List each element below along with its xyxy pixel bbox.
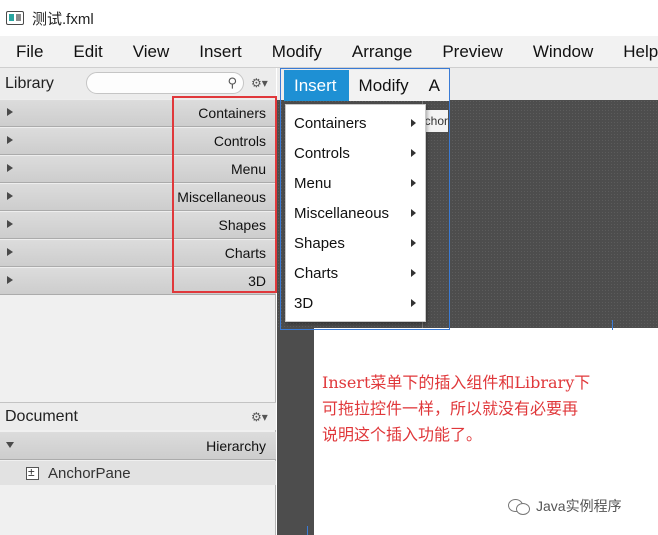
annotation-line: 可拖拉控件一样，所以就没有必要再	[322, 399, 579, 418]
expand-arrow-icon	[7, 276, 13, 284]
tree-item-anchorpane[interactable]: AnchorPane	[0, 461, 276, 485]
category-3d[interactable]: 3D	[0, 267, 276, 295]
collapse-arrow-icon	[6, 442, 14, 448]
annotation-line: Insert菜单下的插入组件和Library下	[322, 373, 591, 392]
library-title: Library	[5, 74, 54, 92]
search-icon[interactable]: ⚲	[227, 75, 237, 91]
library-header: Library ⚲ ⚙▾	[0, 68, 276, 99]
submenu-arrow-icon	[411, 179, 416, 187]
insert-menu-miscellaneous[interactable]: Miscellaneous	[286, 198, 425, 228]
insert-menu-menu[interactable]: Menu	[286, 168, 425, 198]
submenu-arrow-icon	[411, 269, 416, 277]
library-categories: Containers Controls Menu Miscellaneous S…	[0, 99, 276, 295]
expand-arrow-icon	[7, 108, 13, 116]
hierarchy-label: Hierarchy	[206, 437, 266, 454]
menu-modify[interactable]: Modify	[256, 36, 336, 68]
menu-window[interactable]: Window	[517, 36, 607, 68]
menu-item-label: Charts	[294, 264, 339, 282]
expand-arrow-icon	[7, 192, 13, 200]
app-icon	[6, 11, 24, 25]
insert-menu-controls[interactable]: Controls	[286, 138, 425, 168]
wechat-icon	[508, 498, 530, 515]
menu-file[interactable]: File	[0, 36, 57, 68]
menu-view[interactable]: View	[117, 36, 184, 68]
library-gear-icon[interactable]: ⚙▾	[251, 76, 268, 90]
menu-arrange[interactable]: Arrange	[336, 36, 426, 68]
canvas-margin	[277, 328, 314, 535]
expand-arrow-icon	[7, 220, 13, 228]
category-miscellaneous[interactable]: Miscellaneous	[0, 183, 276, 211]
document-title: Document	[5, 407, 78, 425]
category-controls[interactable]: Controls	[0, 127, 276, 155]
annotation-text: Insert菜单下的插入组件和Library下 可拖拉控件一样，所以就没有必要再…	[322, 370, 658, 448]
category-charts[interactable]: Charts	[0, 239, 276, 267]
insert-dropdown-menu: Containers Controls Menu Miscellaneous S…	[285, 104, 426, 322]
expand-arrow-icon	[7, 248, 13, 256]
insert-menu-containers[interactable]: Containers	[286, 108, 425, 138]
submenu-arrow-icon	[411, 149, 416, 157]
insert-menu-charts[interactable]: Charts	[286, 258, 425, 288]
library-search-input[interactable]: ⚲	[86, 72, 244, 94]
submenu-arrow-icon	[411, 209, 416, 217]
submenu-arrow-icon	[411, 119, 416, 127]
selection-handle[interactable]	[307, 526, 317, 535]
category-shapes[interactable]: Shapes	[0, 211, 276, 239]
watermark: Java实例程序	[508, 496, 622, 516]
document-header: Document ⚙▾	[0, 402, 276, 430]
menu-item-label: Controls	[294, 144, 350, 162]
menu-item-label: Menu	[294, 174, 332, 192]
insert-menu-shapes[interactable]: Shapes	[286, 228, 425, 258]
popup-menubar: Insert Modify A	[284, 70, 449, 101]
submenu-arrow-icon	[411, 299, 416, 307]
category-label: 3D	[248, 273, 266, 289]
expand-arrow-icon	[7, 136, 13, 144]
category-menu[interactable]: Menu	[0, 155, 276, 183]
hierarchy-section[interactable]: Hierarchy	[0, 432, 276, 460]
popup-tab-modify[interactable]: Modify	[349, 70, 419, 101]
popup-tab-insert[interactable]: Insert	[284, 70, 349, 101]
menu-bar: File Edit View Insert Modify Arrange Pre…	[0, 36, 658, 68]
menu-insert[interactable]: Insert	[183, 36, 256, 68]
category-label: Controls	[213, 133, 266, 149]
tree-item-label: AnchorPane	[48, 464, 131, 482]
popup-tab-arrange[interactable]: A	[419, 70, 450, 101]
menu-item-label: Miscellaneous	[294, 204, 390, 222]
title-bar: 测试.fxml	[0, 0, 658, 36]
menu-item-label: 3D	[294, 294, 314, 312]
insert-menu-3d[interactable]: 3D	[286, 288, 425, 318]
window-title: 测试.fxml	[32, 10, 94, 28]
category-label: Containers	[198, 105, 266, 121]
annotation-line: 说明这个插入功能了。	[322, 425, 483, 444]
menu-edit[interactable]: Edit	[57, 36, 116, 68]
left-panel: Library ⚲ ⚙▾ Containers Controls Menu Mi…	[0, 68, 276, 535]
category-label: Charts	[224, 245, 266, 261]
document-gear-icon[interactable]: ⚙▾	[251, 410, 268, 424]
menu-preview[interactable]: Preview	[426, 36, 516, 68]
category-label: Miscellaneous	[177, 189, 266, 205]
expand-arrow-icon	[7, 164, 13, 172]
menu-item-label: Shapes	[294, 234, 345, 252]
anchorpane-icon	[26, 465, 39, 480]
menu-item-label: Containers	[294, 114, 367, 132]
menu-help[interactable]: Help	[607, 36, 658, 68]
category-label: Shapes	[218, 217, 266, 233]
watermark-text: Java实例程序	[536, 498, 622, 514]
selection-handle[interactable]	[612, 320, 622, 330]
submenu-arrow-icon	[411, 239, 416, 247]
category-containers[interactable]: Containers	[0, 99, 276, 127]
category-label: Menu	[230, 161, 266, 177]
